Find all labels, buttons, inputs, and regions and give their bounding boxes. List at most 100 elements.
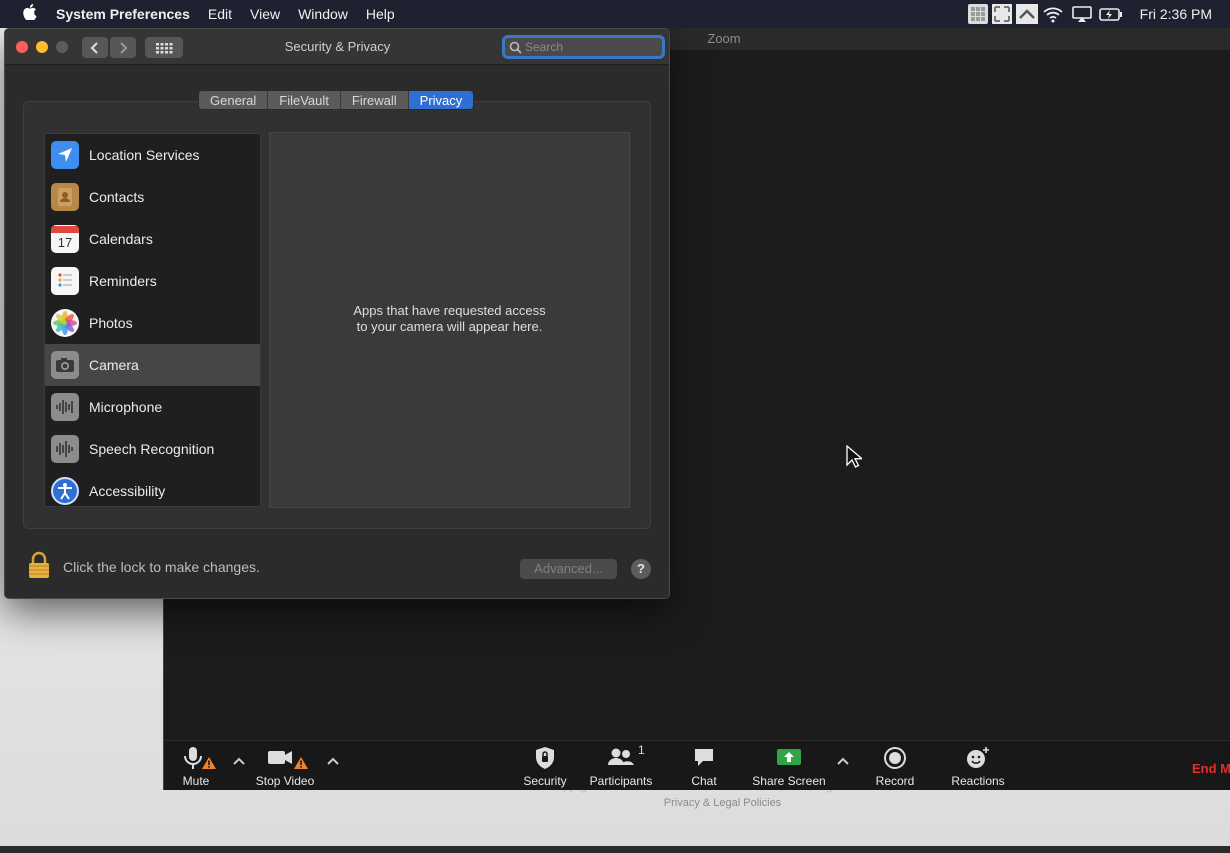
audio-options-chevron-icon[interactable] (232, 755, 246, 769)
chevron-up-icon[interactable] (1015, 4, 1038, 24)
share-screen-button[interactable]: Share Screen (750, 745, 828, 789)
location-icon (51, 141, 79, 169)
menu-edit[interactable]: Edit (208, 6, 232, 22)
tab-filevault[interactable]: FileVault (268, 91, 341, 109)
back-button[interactable] (82, 37, 108, 58)
mute-label: Mute (182, 774, 210, 788)
apple-menu-icon[interactable] (10, 4, 50, 24)
chevron-left-icon (90, 41, 98, 54)
menu-window[interactable]: Window (298, 6, 348, 22)
help-button[interactable]: ? (631, 559, 651, 579)
lock-icon[interactable] (27, 551, 51, 584)
zoom-window-button[interactable] (56, 41, 68, 53)
privacy-item-label: Camera (89, 357, 139, 373)
show-all-button[interactable] (145, 37, 183, 58)
participants-button[interactable]: 1 Participants (588, 743, 654, 789)
search-field[interactable] (502, 35, 665, 59)
menu-clock[interactable]: Fri 2:36 PM (1140, 6, 1212, 22)
advanced-button[interactable]: Advanced... (520, 559, 617, 579)
security-label: Security (523, 774, 567, 788)
security-privacy-window: Security & Privacy General FileVault Fir… (4, 28, 670, 599)
empty-state-message: Apps that have requested access to your … (270, 303, 629, 335)
privacy-item-label: Microphone (89, 399, 163, 415)
lock-instruction-label: Click the lock to make changes. (63, 559, 260, 575)
stop-video-button[interactable]: Stop Video (254, 745, 316, 789)
close-window-button[interactable] (16, 41, 28, 53)
privacy-item-label: Location Services (89, 147, 200, 163)
privacy-item-label: Photos (89, 315, 133, 331)
share-options-chevron-icon[interactable] (836, 755, 850, 769)
chat-bubble-icon (695, 749, 713, 766)
reactions-smiley-icon (967, 747, 989, 768)
chat-button[interactable]: Chat (684, 745, 724, 789)
menu-app-name[interactable]: System Preferences (56, 6, 190, 22)
speech-recognition-icon (51, 435, 79, 463)
search-input[interactable] (525, 40, 655, 54)
accessibility-icon (51, 477, 79, 505)
participants-label: Participants (589, 774, 653, 788)
lock-area: Click the lock to make changes. (27, 551, 260, 584)
fullscreen-icon[interactable] (991, 4, 1012, 24)
camera-apps-panel: Apps that have requested access to your … (269, 132, 630, 508)
contacts-icon (51, 183, 79, 211)
privacy-item-label: Reminders (89, 273, 157, 289)
privacy-item-label: Speech Recognition (89, 441, 215, 457)
empty-state-line-1: Apps that have requested access (353, 303, 546, 318)
tab-firewall[interactable]: Firewall (340, 91, 409, 109)
grid-icon (156, 42, 173, 53)
photos-icon (51, 309, 79, 337)
privacy-category-list: Location Services Contacts 17 Calendars … (44, 133, 261, 507)
privacy-item-accessibility[interactable]: Accessibility (45, 470, 260, 512)
privacy-item-label: Accessibility (89, 483, 166, 499)
share-screen-label: Share Screen (752, 774, 826, 788)
menu-bar: System Preferences Edit View Window Help (0, 0, 1230, 28)
calendar-day-number: 17 (57, 235, 73, 250)
privacy-item-camera[interactable]: Camera (45, 344, 260, 386)
record-button[interactable]: Record (870, 745, 920, 789)
privacy-item-contacts[interactable]: Contacts (45, 176, 260, 218)
privacy-item-label: Contacts (89, 189, 145, 205)
minimize-window-button[interactable] (36, 41, 48, 53)
chat-label: Chat (691, 774, 717, 788)
video-options-chevron-icon[interactable] (326, 755, 340, 769)
end-meeting-button[interactable]: End M (1192, 761, 1230, 776)
empty-state-line-2: to your camera will appear here. (356, 319, 543, 334)
mute-button[interactable]: Mute (176, 745, 216, 789)
bottom-edge-bar (0, 846, 1230, 853)
privacy-item-label: Calendars (89, 231, 153, 247)
reminders-icon (51, 267, 79, 295)
privacy-item-location-services[interactable]: Location Services (45, 134, 260, 176)
security-button[interactable]: Security (520, 745, 570, 789)
privacy-item-speech-recognition[interactable]: Speech Recognition (45, 428, 260, 470)
menu-bar-status-area: Fri 2:36 PM (967, 0, 1230, 28)
forward-button[interactable] (110, 37, 136, 58)
microphone-icon (51, 393, 79, 421)
share-screen-icon (777, 749, 801, 765)
privacy-item-microphone[interactable]: Microphone (45, 386, 260, 428)
tab-general[interactable]: General (199, 91, 269, 109)
tab-privacy[interactable]: Privacy (408, 91, 474, 109)
airplay-icon[interactable] (1070, 4, 1094, 24)
video-camera-warning-icon (268, 751, 308, 769)
participants-count-badge: 1 (638, 743, 645, 757)
privacy-item-calendars[interactable]: 17 Calendars (45, 218, 260, 260)
zoom-meeting-toolbar: Mute Stop Video Security 1 Participants … (164, 740, 1230, 790)
privacy-legal-link[interactable]: Privacy & Legal Policies (470, 797, 975, 809)
search-icon (509, 41, 522, 54)
microphone-warning-icon (184, 747, 216, 769)
reactions-button[interactable]: Reactions (948, 745, 1008, 789)
mouse-cursor-icon (846, 444, 864, 474)
wifi-icon[interactable] (1042, 4, 1066, 24)
calendar-icon: 17 (51, 225, 79, 253)
battery-charging-icon[interactable] (1098, 4, 1122, 24)
privacy-item-reminders[interactable]: Reminders (45, 260, 260, 302)
window-title: Security & Privacy (284, 39, 391, 54)
tab-bar: General FileVault Firewall Privacy (198, 90, 475, 110)
menu-view[interactable]: View (250, 6, 280, 22)
zoom-grid-icon[interactable] (967, 4, 988, 24)
record-label: Record (875, 774, 915, 788)
participants-icon (608, 748, 634, 765)
menu-help[interactable]: Help (366, 6, 395, 22)
privacy-item-photos[interactable]: Photos (45, 302, 260, 344)
chevron-right-icon (120, 41, 128, 54)
